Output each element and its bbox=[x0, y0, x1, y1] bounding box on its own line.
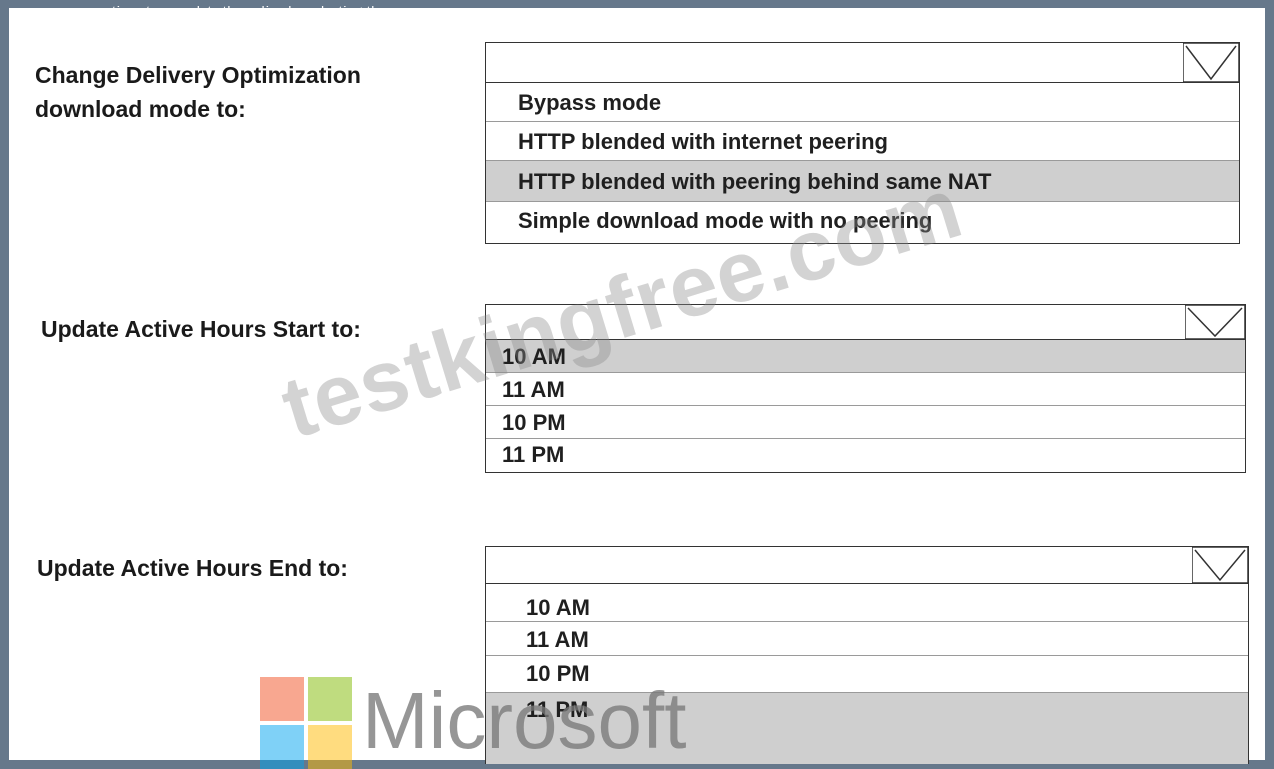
microsoft-wordmark: Microsoft bbox=[362, 676, 687, 765]
option-http-peering-behind-nat[interactable]: HTTP blended with peering behind same NA… bbox=[486, 161, 1239, 202]
option-start-10am[interactable]: 10 AM bbox=[486, 340, 1245, 373]
option-end-11am[interactable]: 11 AM bbox=[486, 622, 1248, 656]
option-http-internet-peering[interactable]: HTTP blended with internet peering bbox=[486, 122, 1239, 161]
logo-blue-square bbox=[260, 725, 304, 769]
chevron-down-icon[interactable] bbox=[1183, 43, 1239, 82]
option-end-10am[interactable]: 10 AM bbox=[486, 584, 1248, 622]
active-hours-start-label: Update Active Hours Start to: bbox=[41, 316, 361, 342]
chevron-down-icon[interactable] bbox=[1185, 305, 1245, 339]
logo-yellow-square bbox=[308, 725, 352, 769]
option-start-10pm[interactable]: 10 PM bbox=[486, 406, 1245, 439]
option-simple-download-mode[interactable]: Simple download mode with no peering bbox=[486, 202, 1239, 242]
delivery-optimization-label: Change Delivery Optimization download mo… bbox=[35, 62, 361, 122]
chevron-down-icon[interactable] bbox=[1192, 547, 1248, 583]
delivery-mode-option-list: Bypass mode HTTP blended with internet p… bbox=[485, 83, 1240, 244]
active-hours-start-dropdown-header[interactable] bbox=[485, 304, 1246, 340]
microsoft-logo-icon bbox=[260, 677, 352, 769]
logo-green-square bbox=[308, 677, 352, 721]
option-bypass-mode[interactable]: Bypass mode bbox=[486, 83, 1239, 122]
delivery-mode-dropdown[interactable]: Bypass mode HTTP blended with internet p… bbox=[485, 42, 1240, 244]
delivery-mode-dropdown-header[interactable] bbox=[485, 42, 1240, 83]
option-start-11pm[interactable]: 11 PM bbox=[486, 439, 1245, 472]
frame: answer options to complete the policy by… bbox=[0, 0, 1274, 769]
active-hours-end-dropdown-header[interactable] bbox=[485, 546, 1249, 584]
active-hours-end-label: Update Active Hours End to: bbox=[37, 555, 348, 581]
logo-red-square bbox=[260, 677, 304, 721]
clipped-instruction-text: answer options to complete the policy by… bbox=[49, 6, 398, 17]
option-start-11am[interactable]: 11 AM bbox=[486, 373, 1245, 406]
active-hours-start-option-list: 10 AM 11 AM 10 PM 11 PM bbox=[485, 340, 1246, 473]
active-hours-start-dropdown[interactable]: 10 AM 11 AM 10 PM 11 PM bbox=[485, 304, 1246, 473]
